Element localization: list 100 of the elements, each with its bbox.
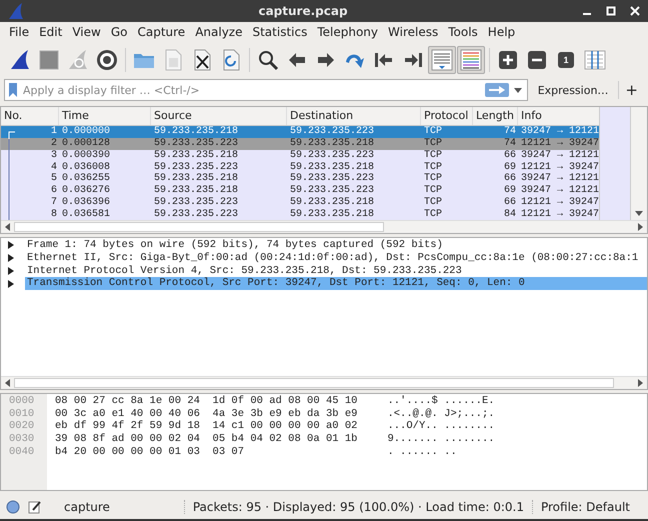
packet-row[interactable]: 1 0.000000 59.233.235.218 59.233.235.223 TCP 74 39247 → 12121: [1, 126, 600, 138]
byte-offset: 0030: [9, 433, 36, 446]
table-cell-text: 59.233.235.223: [153, 162, 240, 173]
table-cell-text: 59.233.235.223: [289, 173, 376, 185]
horizontal-scrollbar[interactable]: [1, 376, 647, 389]
table-cell-text: 39247 → 12121: [520, 126, 600, 138]
byte-offset: 0040: [9, 446, 36, 458]
table-cell-text: 59.233.235.223: [289, 150, 376, 162]
menu-item[interactable]: Wireless: [383, 25, 444, 40]
expand-arrow-icon[interactable]: [7, 266, 15, 275]
table-cell-text: 59.233.235.218: [153, 150, 240, 162]
column-header[interactable]: Source: [151, 107, 287, 126]
toolbar-button[interactable]: [457, 46, 485, 74]
ascii-bytes: ..'....$ ......E.: [387, 394, 495, 408]
table-cell-text: 59.233.235.218: [153, 126, 240, 138]
byte-offset: 0010: [9, 408, 36, 420]
packet-row[interactable]: 2 0.000128 59.233.235.223 59.233.235.218 TCP 74 12121 → 39247: [1, 138, 600, 150]
tree-item[interactable]: Frame 1: 74 bytes on wire (592 bits), 74 bytes captured (592 bits): [25, 239, 443, 252]
table-cell-text: 0.000390: [61, 150, 112, 162]
lines-icon: [430, 48, 454, 72]
add-filter-button[interactable]: +: [618, 81, 644, 100]
scroll-left-icon[interactable]: [5, 223, 10, 232]
table-cell-text: 4: [50, 162, 58, 173]
expand-arrow-icon[interactable]: [7, 280, 15, 288]
edit-comment-icon[interactable]: [28, 500, 42, 514]
table-cell-text: 39247 → 12121: [520, 150, 600, 162]
table-cell-text: 0.036581: [61, 208, 112, 220]
status-circle-icon[interactable]: [6, 500, 20, 514]
column-header[interactable]: Length: [473, 107, 518, 126]
scroll-left-icon[interactable]: [5, 378, 10, 387]
byte-offset: 0000: [9, 394, 36, 408]
tree-item[interactable]: Ethernet II, Src: Giga-Byt_0f:00:ad (00:24:1d:0f:00:ad), Dst: PcsCompu_cc:8a:1e (08:00:27:cc:8a:1: [25, 252, 638, 265]
close-icon[interactable]: [630, 6, 640, 16]
table-cell-text: 59.233.235.223: [289, 126, 376, 138]
menu-item[interactable]: Edit: [34, 25, 68, 40]
column-header[interactable]: Protocol: [421, 107, 473, 126]
ascii-bytes: .<..@.@. J>;...;.: [387, 408, 495, 420]
expand-arrow-icon[interactable]: [7, 254, 15, 262]
table-cell-text: 0.036396: [61, 196, 112, 209]
colored-lines-icon: [459, 48, 483, 72]
tree-item[interactable]: Internet Protocol Version 4, Src: 59.233.235.218, Dst: 59.233.235.223: [25, 264, 462, 278]
dropdown-caret-icon[interactable]: [514, 88, 522, 93]
bookmark-icon[interactable]: [8, 82, 18, 98]
table-cell-text: 39247 → 12121: [520, 185, 600, 197]
menu-item[interactable]: Go: [106, 25, 132, 40]
ascii-bytes: 9....... ........: [387, 433, 495, 446]
packet-row[interactable]: 6 0.036276 59.233.235.218 59.233.235.223 TCP 69 39247 → 12121: [1, 185, 600, 197]
display-filter-field[interactable]: Apply a display filter … <Ctrl-/>: [4, 79, 528, 102]
scroll-down-icon[interactable]: [635, 211, 644, 216]
table-cell-text: 12121 → 39247: [520, 208, 600, 220]
expression-button[interactable]: Expression…: [532, 84, 614, 97]
stop-icon: [37, 48, 61, 72]
packet-statistics: Packets: 95 · Displayed: 95 (100.0%) · Load time: 0:0.1: [184, 500, 524, 514]
menu-item[interactable]: View: [67, 25, 106, 40]
packet-row[interactable]: 8 0.036581 59.233.235.223 59.233.235.218 TCP 84 12121 → 39247: [1, 208, 600, 220]
horizontal-scrollbar[interactable]: [1, 220, 647, 234]
table-cell-text: 59.233.235.218: [289, 196, 376, 209]
shark-fin-icon: [8, 2, 24, 20]
toolbar-button[interactable]: 1: [552, 46, 580, 74]
table-cell-text: TCP: [423, 162, 444, 173]
table-cell-text: 74: [502, 126, 517, 138]
scroll-right-icon[interactable]: [638, 223, 643, 232]
packet-row[interactable]: 5 0.036255 59.233.235.218 59.233.235.223 TCP 66 39247 → 12121: [1, 173, 600, 186]
table-cell-text: TCP: [423, 185, 444, 197]
menu-item[interactable]: Analyze: [190, 25, 248, 40]
table-cell-text: 74: [502, 138, 517, 150]
table-cell-text: TCP: [423, 150, 444, 162]
menu-item[interactable]: Statistics: [247, 25, 312, 40]
menu-item[interactable]: Help: [482, 25, 520, 40]
table-cell-text: TCP: [423, 126, 444, 138]
table-cell-text: TCP: [423, 138, 444, 150]
window-title: capture.pcap: [257, 4, 349, 18]
table-cell-text: 69: [502, 185, 517, 197]
table-cell-text: 0.036255: [61, 173, 112, 185]
profile-label[interactable]: Profile: Default: [532, 500, 630, 514]
table-cell-text: 66: [502, 150, 517, 162]
column-header[interactable]: Time: [59, 107, 151, 126]
menu-item[interactable]: Capture: [132, 25, 190, 40]
vertical-scrollbar[interactable]: [631, 107, 647, 220]
table-cell-text: 5: [50, 173, 58, 185]
display-filter-input[interactable]: Apply a display filter … <Ctrl-/>: [23, 84, 480, 97]
scroll-right-icon[interactable]: [638, 378, 643, 387]
maximize-icon[interactable]: [606, 6, 616, 16]
packet-row[interactable]: 3 0.000390 59.233.235.218 59.233.235.223 TCP 66 39247 → 12121: [1, 150, 600, 162]
menu-item[interactable]: File: [4, 25, 34, 40]
table-cell-text: 84: [502, 208, 517, 220]
packet-row[interactable]: 4 0.036008 59.233.235.223 59.233.235.218 TCP 69 12121 → 39247: [1, 162, 600, 174]
table-cell-text: 59.233.235.218: [289, 162, 376, 173]
column-header[interactable]: Destination: [287, 107, 421, 126]
table-cell-text: 59.233.235.218: [289, 208, 376, 220]
expand-arrow-icon[interactable]: [7, 241, 15, 250]
hex-bytes: 39 08 8f ad 00 00 02 04 05 b4 04 02 08 0a 01 1b: [55, 433, 358, 446]
tree-item[interactable]: Transmission Control Protocol, Src Port: 39247, Dst Port: 12121, Seq: 0, Len: 0: [25, 277, 647, 290]
column-header[interactable]: No.: [1, 107, 59, 126]
packet-row[interactable]: 7 0.036396 59.233.235.223 59.233.235.218 TCP 66 12121 → 39247: [1, 196, 600, 209]
table-cell-text: 59.233.235.223: [153, 138, 240, 150]
menu-item[interactable]: Tools: [443, 25, 483, 40]
table-cell-text: 66: [502, 196, 517, 209]
menu-item[interactable]: Telephony: [312, 25, 384, 40]
table-cell-text: 39247 → 12121: [520, 173, 600, 185]
